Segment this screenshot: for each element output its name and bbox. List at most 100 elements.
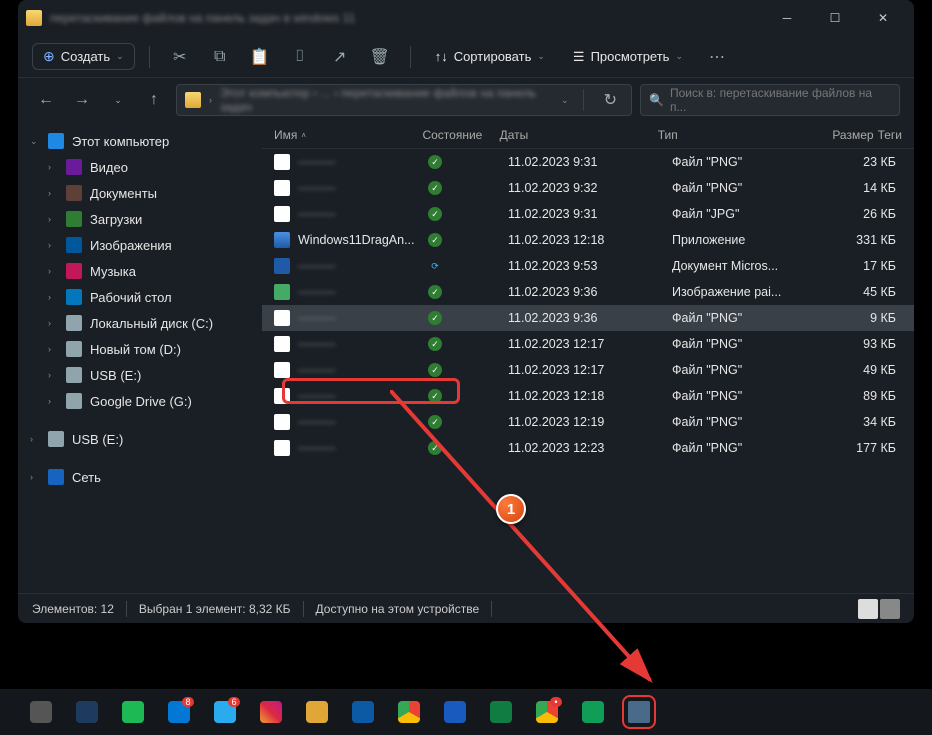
sync-state-icon: ✓	[428, 285, 442, 299]
file-row[interactable]: ———✓11.02.2023 9:36Файл "PNG"9 КБ	[262, 305, 914, 331]
sidebar-item-Сеть[interactable]: ›Сеть	[18, 464, 262, 490]
file-icon	[274, 180, 290, 196]
file-name: ———	[298, 155, 336, 169]
folder-icon	[185, 92, 201, 108]
file-type: Файл "PNG"	[672, 441, 822, 455]
taskbar-skype-icon[interactable]: 8	[168, 701, 190, 723]
taskbar-chrome1-icon[interactable]	[398, 701, 420, 723]
view-large-button[interactable]	[880, 599, 900, 619]
separator	[303, 601, 304, 617]
file-row[interactable]: ———✓11.02.2023 9:31Файл "JPG"26 КБ	[262, 201, 914, 227]
sidebar-item-Этот компьютер[interactable]: ⌄Этот компьютер	[18, 128, 262, 154]
taskbar-taskview-icon[interactable]	[30, 701, 52, 723]
sidebar-item-Новый том (D:)[interactable]: ›Новый том (D:)	[18, 336, 262, 362]
taskbar-explorer-icon[interactable]	[306, 701, 328, 723]
create-button[interactable]: ⊕ Создать ⌄	[32, 43, 135, 70]
sidebar-label: Новый том (D:)	[90, 342, 181, 357]
file-row[interactable]: ———⟳11.02.2023 9:53Документ Micros...17 …	[262, 253, 914, 279]
close-button[interactable]: ✕	[860, 2, 906, 34]
view-details-button[interactable]	[858, 599, 878, 619]
col-date-header[interactable]: Даты	[500, 128, 654, 142]
chevron-icon: ⌄	[30, 136, 40, 147]
sidebar-item-Музыка[interactable]: ›Музыка	[18, 258, 262, 284]
file-row[interactable]: ———✓11.02.2023 12:17Файл "PNG"93 КБ	[262, 331, 914, 357]
share-button[interactable]: ↗	[324, 41, 356, 73]
file-pane: Имя˄ Состояние Даты Тип Размер Теги ———✓…	[262, 122, 914, 593]
folder-icon	[66, 315, 82, 331]
file-row[interactable]: ———✓11.02.2023 12:17Файл "PNG"49 КБ	[262, 357, 914, 383]
sidebar-item-Загрузки[interactable]: ›Загрузки	[18, 206, 262, 232]
file-name: ———	[298, 311, 336, 325]
file-icon	[274, 154, 290, 170]
file-icon	[274, 388, 290, 404]
taskbar-spotify-icon[interactable]	[122, 701, 144, 723]
status-availability: Доступно на этом устройстве	[316, 602, 480, 616]
sync-state-icon: ✓	[428, 233, 442, 247]
paste-button[interactable]: 📋	[244, 41, 276, 73]
refresh-button[interactable]: ↻	[598, 90, 623, 110]
minimize-button[interactable]: ─	[764, 2, 810, 34]
taskbar-word-icon[interactable]	[444, 701, 466, 723]
file-row[interactable]: ———✓11.02.2023 12:23Файл "PNG"177 КБ	[262, 435, 914, 461]
maximize-button[interactable]: ☐	[812, 2, 858, 34]
file-name: ———	[298, 389, 336, 403]
sidebar-item-Документы[interactable]: ›Документы	[18, 180, 262, 206]
delete-button[interactable]: 🗑	[364, 41, 396, 73]
sidebar-item-USB (E:)[interactable]: ›USB (E:)	[18, 426, 262, 452]
sidebar-item-Google Drive (G:)[interactable]: ›Google Drive (G:)	[18, 388, 262, 414]
chevron-icon: ›	[30, 434, 40, 444]
sidebar-item-Рабочий стол[interactable]: ›Рабочий стол	[18, 284, 262, 310]
file-size: 23 КБ	[826, 155, 896, 169]
sync-state-icon: ⟳	[428, 259, 442, 273]
file-row[interactable]: Windows11DragAn...✓11.02.2023 12:18Прило…	[262, 227, 914, 253]
taskbar-chrome2-icon[interactable]: •	[536, 701, 558, 723]
taskbar-edge-icon[interactable]	[352, 701, 374, 723]
rename-button[interactable]: ⌷	[284, 41, 316, 73]
search-input[interactable]: 🔍 Поиск в: перетаскивание файлов на п...	[640, 84, 900, 116]
col-type-header[interactable]: Тип	[658, 128, 802, 142]
sidebar-item-Изображения[interactable]: ›Изображения	[18, 232, 262, 258]
more-button[interactable]: ⋯	[701, 41, 733, 73]
file-row[interactable]: ———✓11.02.2023 12:18Файл "PNG"89 КБ	[262, 383, 914, 409]
file-row[interactable]: ———✓11.02.2023 9:36Изображение раi...45 …	[262, 279, 914, 305]
col-tags-header[interactable]: Теги	[878, 128, 902, 142]
window-title: перетаскивание файлов на панель задач в …	[50, 11, 764, 25]
file-row[interactable]: ———✓11.02.2023 9:31Файл "PNG"23 КБ	[262, 149, 914, 175]
view-icon: ☰	[573, 49, 585, 65]
col-name-header[interactable]: Имя˄	[274, 128, 418, 142]
separator	[410, 46, 411, 68]
cut-button[interactable]: ✂	[164, 41, 196, 73]
file-size: 45 КБ	[826, 285, 896, 299]
sidebar: ⌄Этот компьютер›Видео›Документы›Загрузки…	[18, 122, 262, 593]
file-type: Документ Micros...	[672, 259, 822, 273]
back-button[interactable]: ←	[32, 86, 60, 114]
history-chev-icon[interactable]: ⌄	[104, 86, 132, 114]
col-size-header[interactable]: Размер	[806, 128, 873, 142]
copy-button[interactable]: ⧉	[204, 41, 236, 73]
col-state-header[interactable]: Состояние	[422, 128, 495, 142]
taskbar-telegram-icon[interactable]: 6	[214, 701, 236, 723]
address-bar[interactable]: › Этот компьютер › ... › перетаскивание …	[176, 84, 632, 116]
forward-button[interactable]: →	[68, 86, 96, 114]
taskbar-imageviewer-icon[interactable]	[628, 701, 650, 723]
taskbar-instagram-icon[interactable]	[260, 701, 282, 723]
view-button[interactable]: ☰ Просмотреть ⌄	[563, 45, 693, 69]
status-selection: Выбран 1 элемент: 8,32 КБ	[139, 602, 291, 616]
sidebar-item-Локальный диск (C:)[interactable]: ›Локальный диск (C:)	[18, 310, 262, 336]
taskbar-sheets-icon[interactable]	[582, 701, 604, 723]
titlebar[interactable]: перетаскивание файлов на панель задач в …	[18, 0, 914, 36]
file-date: 11.02.2023 12:17	[508, 363, 668, 377]
file-size: 177 КБ	[826, 441, 896, 455]
up-button[interactable]: ↑	[140, 86, 168, 114]
sidebar-item-USB (E:)[interactable]: ›USB (E:)	[18, 362, 262, 388]
taskbar-excel-icon[interactable]	[490, 701, 512, 723]
chevron-icon: ›	[48, 292, 58, 302]
file-row[interactable]: ———✓11.02.2023 12:19Файл "PNG"34 КБ	[262, 409, 914, 435]
sidebar-item-Видео[interactable]: ›Видео	[18, 154, 262, 180]
sort-button[interactable]: ↑↓ Сортировать ⌄	[425, 45, 555, 68]
file-row[interactable]: ———✓11.02.2023 9:32Файл "PNG"14 КБ	[262, 175, 914, 201]
path-dropdown[interactable]: ⌄	[561, 95, 569, 106]
chevron-down-icon: ⌄	[537, 51, 545, 62]
file-type: Изображение раi...	[672, 285, 822, 299]
taskbar-calculator-icon[interactable]	[76, 701, 98, 723]
